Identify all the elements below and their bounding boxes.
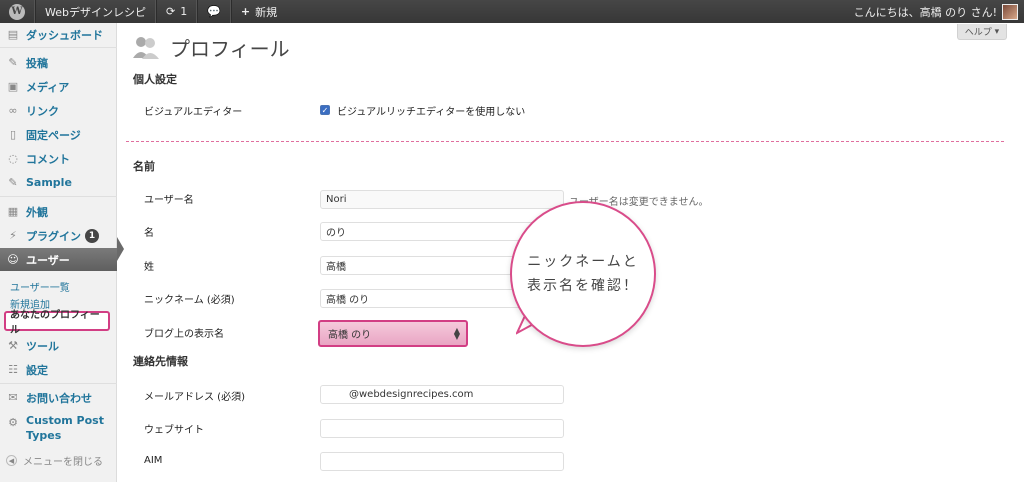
menu-label: プラグイン bbox=[26, 229, 81, 243]
collapse-label: メニューを閉じる bbox=[23, 457, 103, 468]
menu-pages[interactable]: ▯ 固定ページ bbox=[0, 123, 117, 146]
menu-separator bbox=[0, 196, 117, 197]
wordpress-icon: W bbox=[9, 3, 25, 20]
menu-label: 設定 bbox=[26, 363, 48, 377]
menu-label-line2: Types bbox=[26, 429, 62, 442]
menu-appearance[interactable]: ▦ 外観 bbox=[0, 200, 117, 223]
menu-label: ダッシュボード bbox=[26, 28, 103, 42]
username-field: Nori bbox=[320, 190, 564, 209]
collapse-menu-button[interactable]: ◀ メニューを閉じる bbox=[6, 453, 103, 468]
submenu-your-profile[interactable]: あなたのプロフィール bbox=[4, 310, 110, 336]
menu-label: 固定ページ bbox=[26, 128, 81, 142]
menu-dashboard[interactable]: ▤ ダッシュボード bbox=[0, 23, 117, 46]
menu-label: ユーザー bbox=[26, 253, 70, 267]
site-name-link[interactable]: Webデザインレシピ bbox=[36, 0, 155, 23]
menu-plugins[interactable]: ⚡ プラグイン 1 bbox=[0, 224, 117, 247]
callout-line1: ニックネームと bbox=[527, 254, 639, 270]
media-icon: ▣ bbox=[7, 80, 19, 93]
pushpin-icon: ✎ bbox=[8, 56, 18, 69]
menu-posts[interactable]: ✎ 投稿 bbox=[0, 51, 117, 74]
menu-label: お問い合わせ bbox=[26, 391, 92, 405]
submenu-all-users[interactable]: ユーザー一覧 bbox=[10, 279, 70, 294]
menu-label: Sample bbox=[26, 176, 72, 189]
select-arrows-icon: ▲ ▼ bbox=[453, 326, 460, 341]
menu-separator bbox=[0, 383, 117, 384]
first-name-label: 名 bbox=[144, 228, 154, 239]
admin-bar: W Webデザインレシピ ⟳ 1 💬 + 新規 こんにちは、高橋 のり さん! bbox=[0, 0, 1024, 23]
menu-tools[interactable]: ⚒ ツール bbox=[0, 334, 117, 357]
menu-label: コメント bbox=[26, 152, 70, 166]
updates-count: 1 bbox=[180, 5, 188, 18]
dashed-divider bbox=[126, 141, 1004, 142]
username-label: ユーザー名 bbox=[144, 195, 194, 206]
tools-icon: ⚒ bbox=[8, 339, 18, 352]
display-name-label: ブログ上の表示名 bbox=[144, 329, 224, 340]
comment-icon: ◌ bbox=[8, 152, 18, 165]
personal-options-heading: 個人設定 bbox=[133, 73, 177, 86]
help-label: ヘルプ bbox=[964, 28, 992, 38]
menu-separator bbox=[0, 47, 117, 48]
gear-icon: ⚙ bbox=[8, 415, 18, 429]
aim-label: AIM bbox=[144, 455, 163, 466]
appearance-icon: ▦ bbox=[7, 205, 19, 218]
account-menu[interactable]: こんにちは、高橋 のり さん! bbox=[854, 0, 1024, 23]
refresh-icon: ⟳ bbox=[165, 5, 176, 18]
page-title: プロフィール bbox=[170, 37, 290, 61]
contact-info-heading: 連絡先情報 bbox=[133, 355, 188, 368]
collapse-arrow-icon: ◀ bbox=[6, 455, 17, 466]
plus-icon: + bbox=[240, 5, 251, 18]
users-icon: ☺ bbox=[7, 253, 19, 266]
email-field[interactable]: @webdesignrecipes.com bbox=[320, 385, 564, 404]
greeting-text: こんにちは、高橋 のり さん! bbox=[853, 5, 997, 19]
main-content: ヘルプ ▾ プロフィール 個人設定 ビジュアルエディター ✓ ビジュアルリッチエ… bbox=[118, 23, 1024, 482]
menu-label: リンク bbox=[26, 104, 59, 118]
menu-contact[interactable]: ✉ お問い合わせ bbox=[0, 386, 117, 409]
menu-users[interactable]: ☺ ユーザー bbox=[0, 248, 117, 271]
website-field[interactable] bbox=[320, 419, 564, 438]
avatar bbox=[1002, 3, 1018, 20]
nickname-label: ニックネーム (必須) bbox=[144, 295, 235, 306]
annotation-callout: ニックネームと 表示名を確認！ bbox=[510, 201, 656, 347]
page-icon: ▯ bbox=[9, 128, 17, 141]
plug-icon: ⚡ bbox=[9, 229, 17, 242]
wordpress-logo-menu[interactable]: W bbox=[0, 0, 34, 23]
admin-sidebar: ▤ ダッシュボード ✎ 投稿 ▣ メディア ∞ リンク ▯ 固定ページ ◌ コメント ✎ Sa… bbox=[0, 23, 117, 482]
comment-bubble-icon: 💬 bbox=[207, 5, 221, 18]
menu-label: ツール bbox=[26, 339, 59, 353]
visual-editor-checkbox-label[interactable]: ビジュアルリッチエディターを使用しない bbox=[337, 103, 525, 118]
aim-field[interactable] bbox=[320, 452, 564, 471]
settings-icon: ☷ bbox=[8, 363, 18, 376]
menu-media[interactable]: ▣ メディア bbox=[0, 75, 117, 98]
menu-label: メディア bbox=[26, 80, 70, 94]
dashboard-icon: ▤ bbox=[7, 28, 19, 41]
users-icon bbox=[133, 37, 159, 59]
new-label: 新規 bbox=[255, 5, 278, 19]
callout-line2: 表示名を確認！ bbox=[527, 278, 639, 294]
menu-label-line1: Custom Post bbox=[26, 414, 104, 427]
comments-link[interactable]: 💬 bbox=[198, 0, 230, 23]
link-icon: ∞ bbox=[8, 104, 18, 117]
menu-links[interactable]: ∞ リンク bbox=[0, 99, 117, 122]
menu-label: 外観 bbox=[26, 205, 48, 219]
menu-label: 投稿 bbox=[26, 56, 48, 70]
mail-icon: ✉ bbox=[8, 391, 18, 404]
visual-editor-label: ビジュアルエディター bbox=[144, 107, 243, 118]
name-heading: 名前 bbox=[133, 160, 155, 173]
visual-editor-checkbox[interactable]: ✓ bbox=[320, 105, 330, 115]
display-name-value: 高橋 のり bbox=[328, 330, 372, 341]
menu-sample[interactable]: ✎ Sample bbox=[0, 171, 117, 194]
menu-settings[interactable]: ☷ 設定 bbox=[0, 358, 117, 381]
menu-custom-post-types[interactable]: ⚙ Custom Post Types bbox=[0, 413, 117, 447]
pushpin-icon: ✎ bbox=[8, 176, 18, 189]
email-label: メールアドレス (必須) bbox=[144, 392, 245, 403]
help-tab[interactable]: ヘルプ ▾ bbox=[957, 24, 1007, 40]
website-label: ウェブサイト bbox=[144, 425, 204, 436]
updates-link[interactable]: ⟳ 1 bbox=[157, 0, 196, 23]
new-content-link[interactable]: + 新規 bbox=[232, 0, 286, 23]
plugins-update-badge: 1 bbox=[85, 228, 99, 243]
menu-comments[interactable]: ◌ コメント bbox=[0, 147, 117, 170]
display-name-select[interactable]: 高橋 のり ▲ ▼ bbox=[318, 320, 468, 347]
last-name-label: 姓 bbox=[144, 262, 154, 273]
